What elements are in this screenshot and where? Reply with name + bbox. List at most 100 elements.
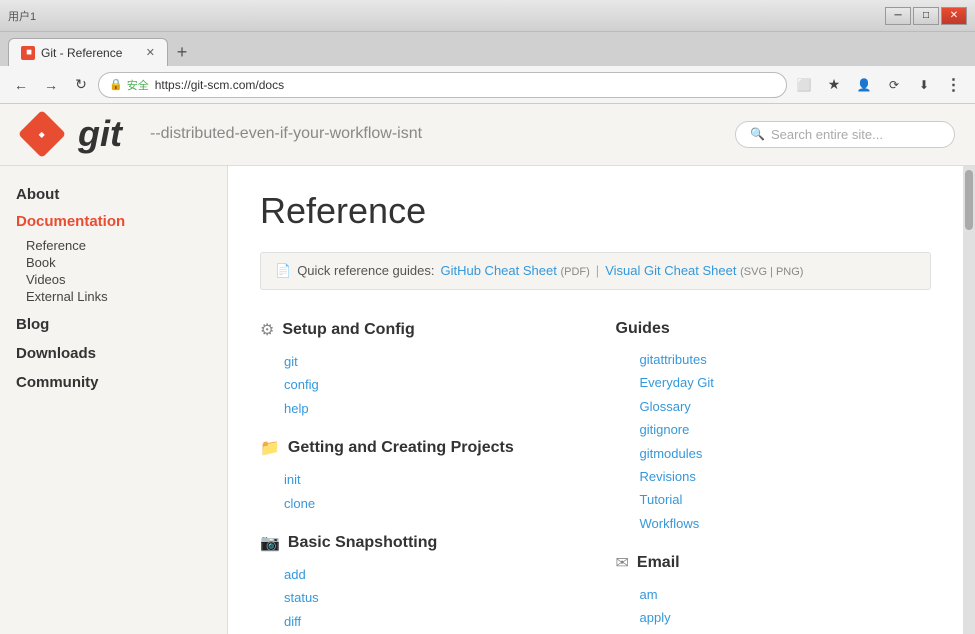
link-am[interactable]: am [640,583,932,606]
profile-button[interactable]: 👤 [851,72,877,98]
link-tutorial[interactable]: Tutorial [640,488,932,511]
security-label: 安全 [127,77,149,93]
link-status[interactable]: status [284,586,576,609]
link-config[interactable]: config [284,373,576,396]
address-bar[interactable]: 🔒 安全 https://git-scm.com/docs [98,72,787,98]
sidebar-blog[interactable]: Blog [16,316,211,333]
folder-icon: 📁 [260,438,280,458]
right-column: Guides gitattributes Everyday Git Glossa… [616,314,932,634]
menu-button[interactable]: ⋮ [941,72,967,98]
email-header: ✉ Email [616,553,932,573]
full-page: ◆ git --distributed-even-if-your-workflo… [0,104,975,634]
site-tagline: --distributed-even-if-your-workflow-isnt [150,125,422,143]
left-column: ⚙ Setup and Config git config help 📁 Get… [260,314,576,634]
site-header: ◆ git --distributed-even-if-your-workflo… [0,104,975,166]
close-button[interactable]: ✕ [941,7,967,25]
basic-snapshotting-links: add status diff commit [284,563,576,634]
window-controls: ─ □ ✕ [885,7,967,25]
new-tab-button[interactable]: + [168,38,196,66]
guides-links: gitattributes Everyday Git Glossary giti… [640,348,932,535]
link-init[interactable]: init [284,468,576,491]
basic-snapshotting-title: Basic Snapshotting [288,534,437,552]
link-diff[interactable]: diff [284,610,576,633]
minimize-button[interactable]: ─ [885,7,911,25]
link-add[interactable]: add [284,563,576,586]
setup-icon: ⚙ [260,320,274,340]
sidebar-item-videos[interactable]: Videos [26,272,211,287]
tab-bar: ◆ Git - Reference ✕ + [0,32,975,66]
link-apply[interactable]: apply [640,606,932,629]
title-bar: 用户1 ─ □ ✕ [0,0,975,32]
git-wordmark: git [78,113,122,155]
active-tab[interactable]: ◆ Git - Reference ✕ [8,38,168,66]
navigation-bar: ← → ↻ 🔒 安全 https://git-scm.com/docs ⬜ ★ … [0,66,975,104]
diamond-shape: ◆ [18,110,66,158]
scrollbar-thumb[interactable] [965,170,973,230]
sidebar-downloads[interactable]: Downloads [16,345,211,362]
git-favicon-icon: ◆ [23,46,34,57]
git-symbol-icon: ◆ [39,130,45,139]
scrollbar[interactable] [963,166,975,634]
quick-ref-bar: 📄 Quick reference guides: GitHub Cheat S… [260,252,931,290]
sidebar-documentation[interactable]: Documentation [16,213,211,230]
link-workflows[interactable]: Workflows [640,512,932,535]
cast-button[interactable]: ⬜ [791,72,817,98]
url-text: https://git-scm.com/docs [155,78,284,92]
link-gitignore[interactable]: gitignore [640,418,932,441]
sidebar-community[interactable]: Community [16,374,211,391]
search-placeholder: Search entire site... [771,127,883,142]
github-cheat-suffix: (PDF) [560,266,589,278]
separator: | [596,263,599,278]
visual-git-label: Visual Git Cheat Sheet [605,263,736,278]
getting-creating-header: 📁 Getting and Creating Projects [260,438,576,458]
guides-header: Guides [616,320,932,338]
tab-favicon: ◆ [21,46,35,60]
link-everyday-git[interactable]: Everyday Git [640,371,932,394]
link-help[interactable]: help [284,397,576,420]
getting-creating-title: Getting and Creating Projects [288,439,514,457]
visual-git-suffix: (SVG | PNG) [740,266,803,278]
site-search-box[interactable]: 🔍 Search entire site... [735,121,955,148]
git-logo: ◆ git [20,112,122,156]
email-icon: ✉ [616,553,629,573]
setup-config-header: ⚙ Setup and Config [260,320,576,340]
link-gitattributes[interactable]: gitattributes [640,348,932,371]
link-format-patch[interactable]: format-patch [640,630,932,634]
guides-title: Guides [616,320,670,338]
bookmark-button[interactable]: ★ [821,72,847,98]
security-icon: 🔒 [109,78,123,91]
page-body: About Documentation Reference Book Video… [0,166,975,634]
link-glossary[interactable]: Glossary [640,395,932,418]
search-icon: 🔍 [750,127,765,141]
sidebar-item-reference[interactable]: Reference [26,238,211,253]
email-links: am apply format-patch [640,583,932,634]
maximize-button[interactable]: □ [913,7,939,25]
content-columns: ⚙ Setup and Config git config help 📁 Get… [260,314,931,634]
user-label: 用户1 [8,8,36,24]
sidebar-item-book[interactable]: Book [26,255,211,270]
history-button[interactable]: ⟳ [881,72,907,98]
main-content: Reference 📄 Quick reference guides: GitH… [228,166,963,634]
getting-creating-links: init clone [284,468,576,515]
github-cheat-link[interactable]: GitHub Cheat Sheet (PDF) [440,263,589,278]
back-button[interactable]: ← [8,72,34,98]
tab-close-button[interactable]: ✕ [146,46,155,59]
sidebar: About Documentation Reference Book Video… [0,166,228,634]
visual-git-link[interactable]: Visual Git Cheat Sheet (SVG | PNG) [605,263,803,278]
camera-icon: 📷 [260,533,280,553]
link-revisions[interactable]: Revisions [640,465,932,488]
link-gitmodules[interactable]: gitmodules [640,442,932,465]
forward-button[interactable]: → [38,72,64,98]
email-title: Email [637,554,680,572]
sidebar-item-external-links[interactable]: External Links [26,289,211,304]
link-clone[interactable]: clone [284,492,576,515]
download-button[interactable]: ⬇ [911,72,937,98]
page-title: Reference [260,190,931,232]
link-git[interactable]: git [284,350,576,373]
documentation-label: Documentation [16,213,125,230]
reload-button[interactable]: ↻ [68,72,94,98]
setup-config-links: git config help [284,350,576,420]
basic-snapshotting-header: 📷 Basic Snapshotting [260,533,576,553]
sidebar-about[interactable]: About [16,186,211,203]
setup-config-title: Setup and Config [282,321,414,339]
